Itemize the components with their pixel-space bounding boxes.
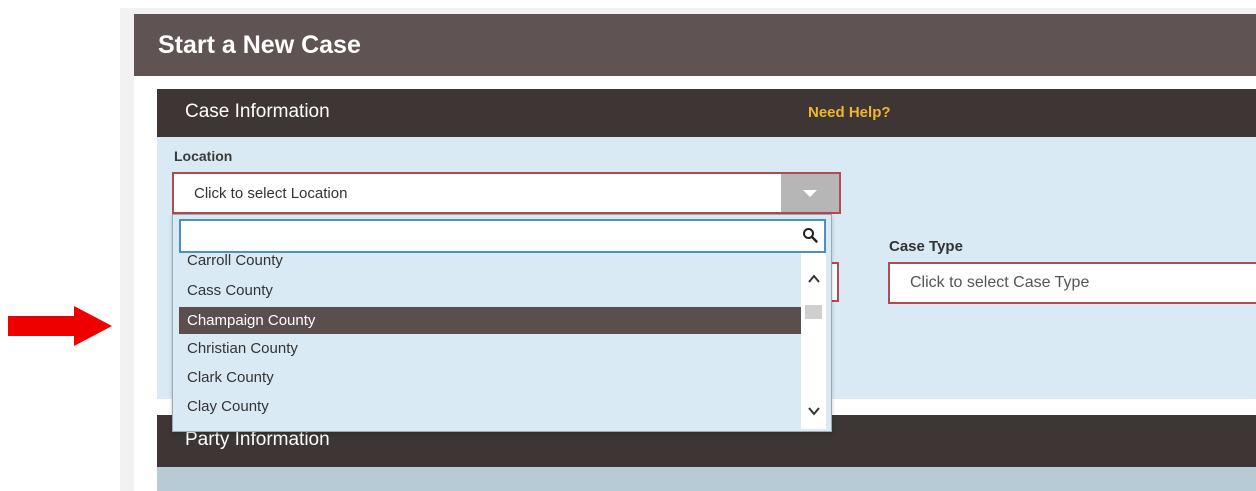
party-information-section: [157, 467, 1256, 491]
location-placeholder: Click to select Location: [194, 185, 348, 202]
list-item[interactable]: Clay County: [179, 393, 801, 420]
case-type-label: Case Type: [889, 238, 963, 255]
location-options-list[interactable]: Carroll County Cass County Champaign Cou…: [179, 253, 801, 429]
list-item[interactable]: Clark County: [179, 364, 801, 391]
location-dropdown: Carroll County Cass County Champaign Cou…: [172, 214, 832, 432]
case-type-placeholder: Click to select Case Type: [910, 274, 1090, 291]
list-item-highlighted[interactable]: Champaign County: [179, 307, 801, 334]
list-item[interactable]: Carroll County: [179, 253, 801, 274]
scrollbar-thumb[interactable]: [805, 305, 822, 319]
party-information-title: Party Information: [185, 429, 330, 450]
list-scrollbar[interactable]: [801, 253, 826, 429]
location-label: Location: [174, 148, 233, 164]
caret-down-icon[interactable]: [781, 174, 839, 212]
need-help-link[interactable]: Need Help?: [808, 104, 891, 121]
case-information-title: Case Information: [185, 101, 330, 122]
page-title: Start a New Case: [134, 14, 1256, 76]
search-icon: [803, 228, 818, 243]
arrow-shaft: [8, 316, 80, 336]
list-item[interactable]: Cass County: [179, 277, 801, 304]
case-type-select[interactable]: Click to select Case Type: [888, 262, 1256, 304]
location-search-input[interactable]: [187, 225, 781, 249]
chevron-up-icon[interactable]: [806, 271, 822, 287]
location-select[interactable]: Click to select Location: [172, 172, 841, 214]
red-pointer-arrow-icon: [8, 306, 112, 346]
chevron-down-icon[interactable]: [806, 403, 822, 419]
location-search-box[interactable]: [179, 219, 826, 253]
list-item[interactable]: Christian County: [179, 335, 801, 362]
arrow-head: [74, 306, 112, 346]
